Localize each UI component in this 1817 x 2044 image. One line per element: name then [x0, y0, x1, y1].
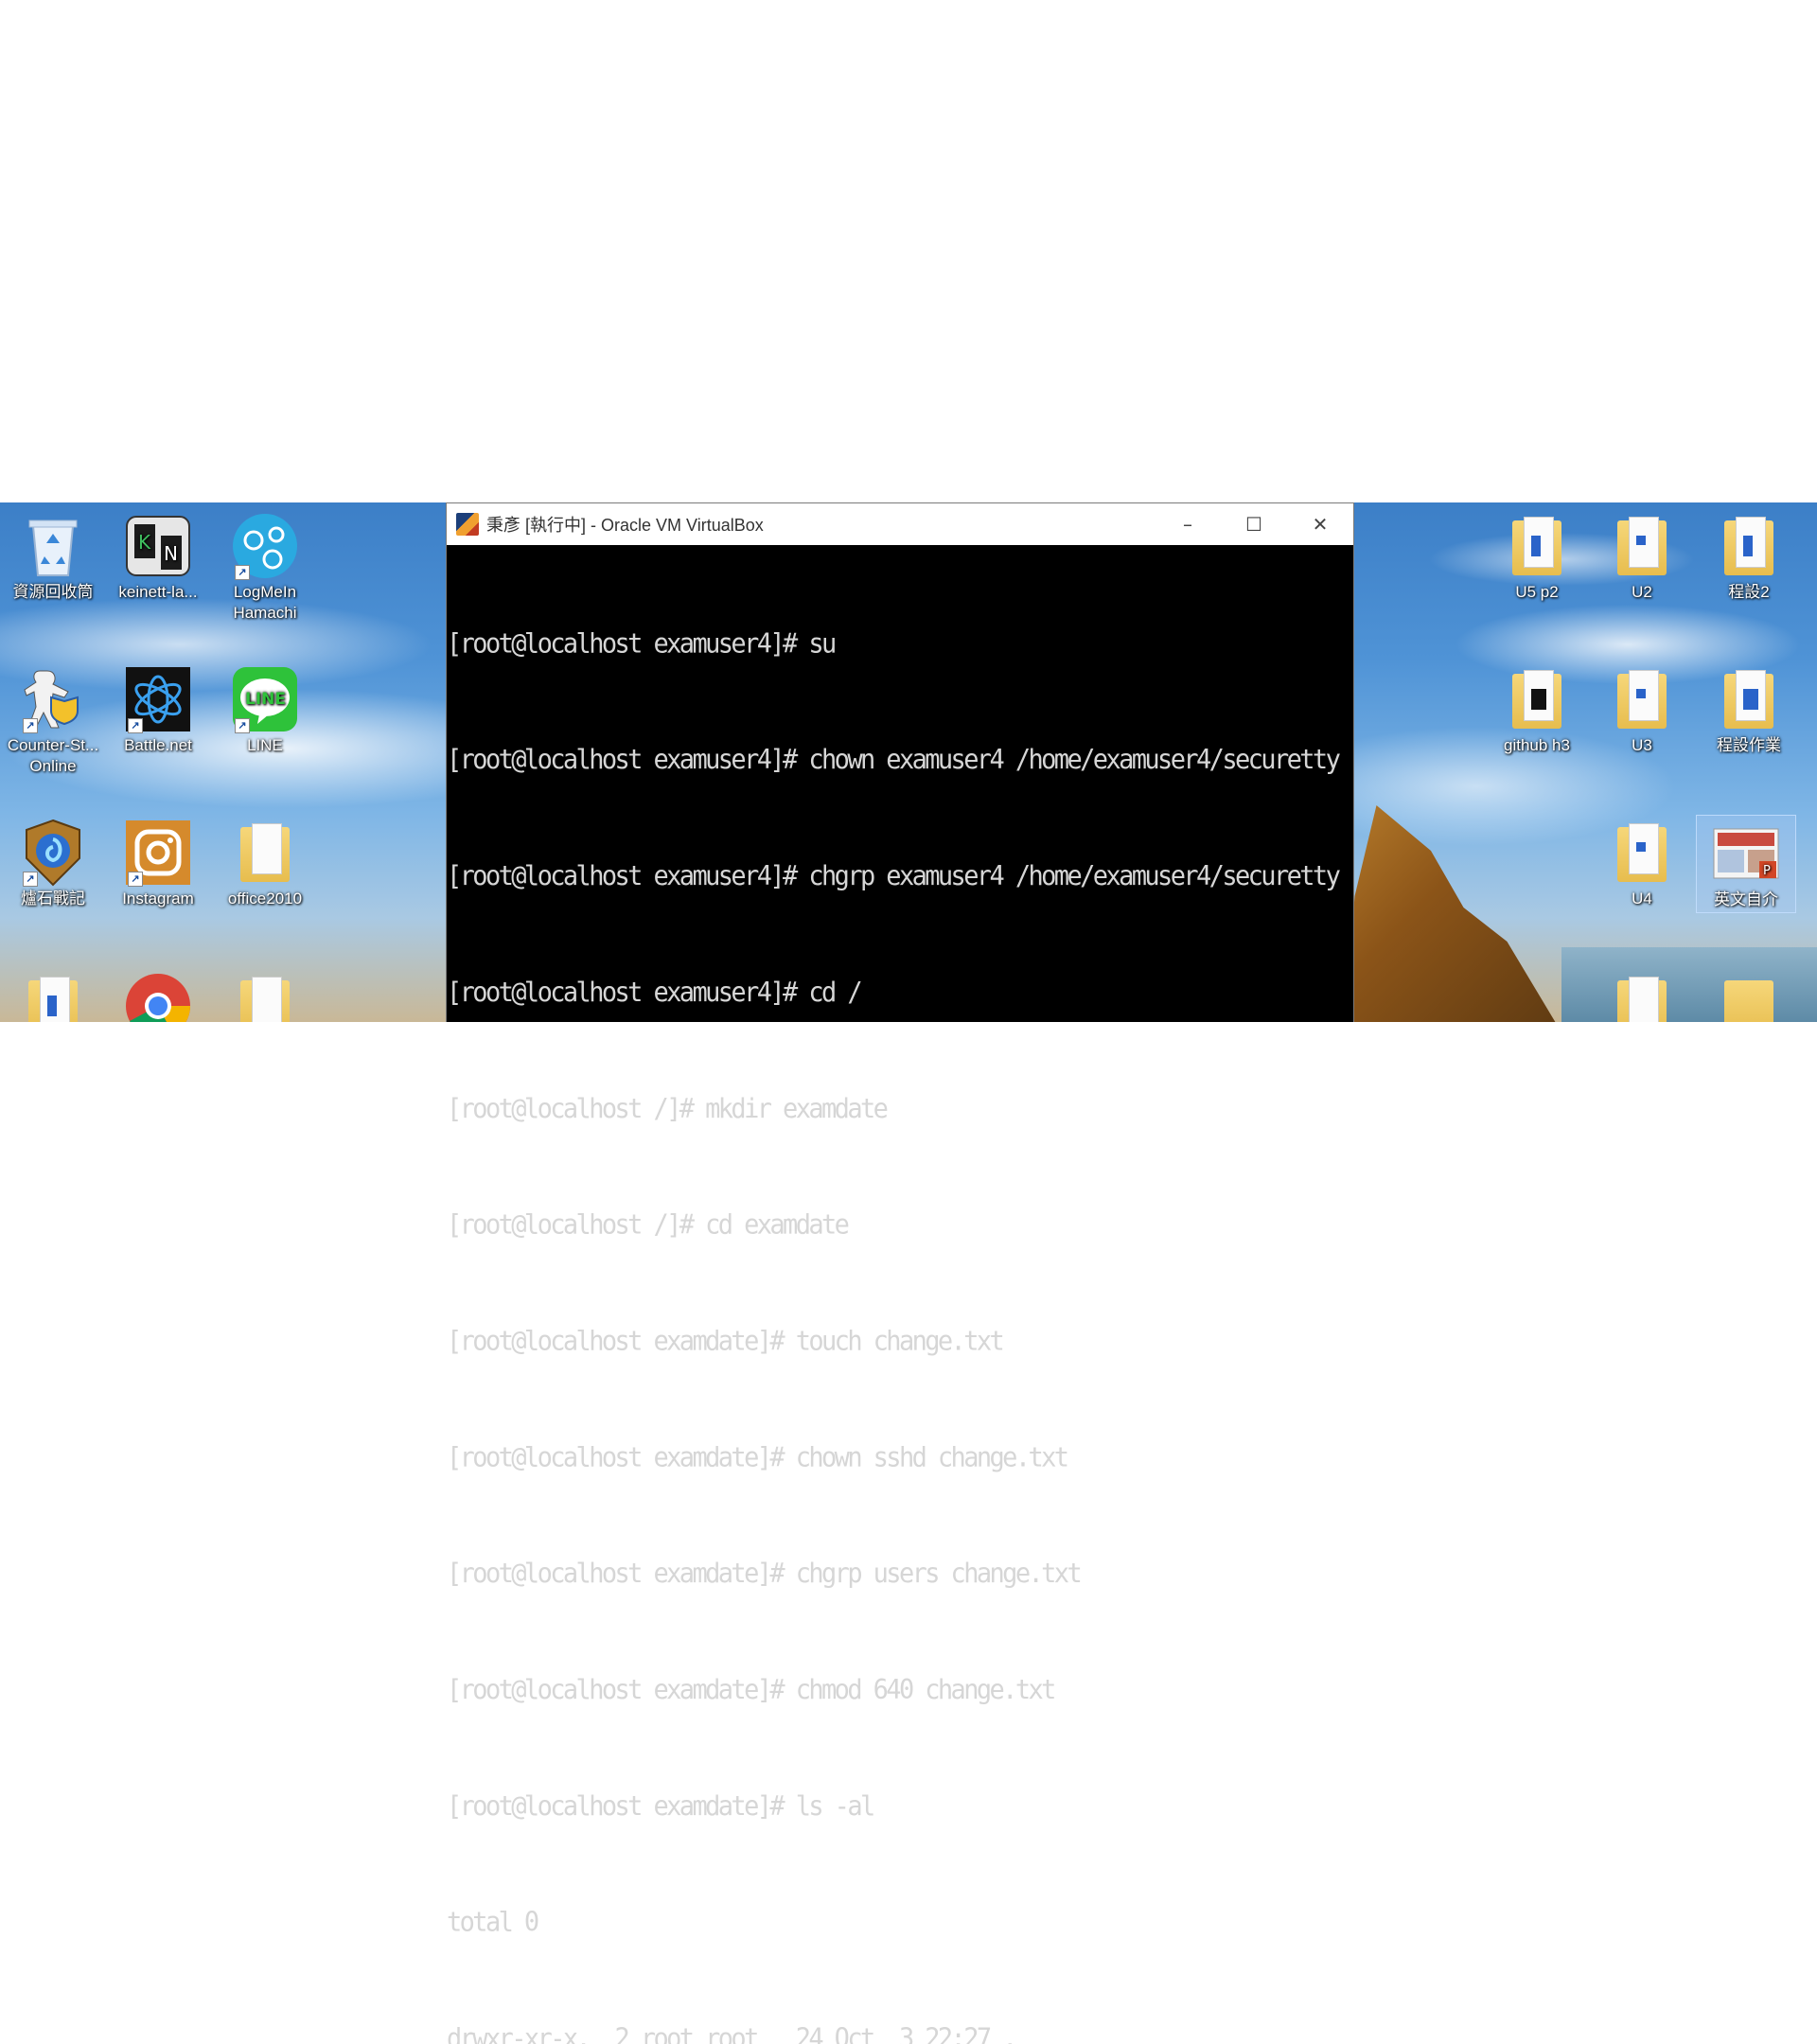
desktop-icon-hamachi[interactable]: ↗ LogMeIn Hamachi — [216, 508, 314, 624]
folder-icon — [19, 972, 87, 1022]
terminal-line: [root@localhost examuser4]# su — [447, 628, 837, 660]
desktop-icon-office2010[interactable]: office2010 — [216, 815, 314, 909]
close-icon: ✕ — [1312, 513, 1329, 536]
icon-label: 爐石戰記 — [21, 890, 85, 907]
icon-label: Instagram — [122, 890, 194, 907]
icon-label: 程設2 — [1728, 583, 1770, 601]
window-title: 秉彥 [執行中] - Oracle VM VirtualBox — [486, 516, 764, 535]
shortcut-arrow-icon: ↗ — [23, 872, 38, 887]
recycle-bin-icon — [19, 512, 87, 580]
icon-label: github h3 — [1504, 736, 1570, 754]
shortcut-arrow-icon: ↗ — [128, 718, 143, 733]
desktop-icon-partial-folder[interactable] — [4, 968, 102, 1022]
desktop-icon-line[interactable]: LINE ↗ LINE — [216, 661, 314, 756]
icon-label: 資源回收筒 — [12, 583, 94, 601]
shortcut-arrow-icon: ↗ — [128, 872, 143, 887]
maximize-button[interactable]: ☐ — [1221, 503, 1287, 545]
svg-text:P: P — [1763, 864, 1771, 878]
icon-label: 程設作業 — [1717, 736, 1781, 754]
folder-icon — [1608, 819, 1676, 887]
minimize-icon: – — [1183, 513, 1192, 536]
instagram-icon: ↗ — [124, 819, 192, 887]
desktop-icon-battlenet[interactable]: ↗ Battle.net — [109, 661, 207, 756]
chrome-icon — [124, 972, 192, 1022]
line-icon: LINE ↗ — [231, 665, 299, 733]
svg-text:N: N — [164, 542, 178, 565]
desktop-icon-u2[interactable]: U2 — [1593, 508, 1691, 603]
desktop-icon-hearthstone[interactable]: ↗ 爐石戰記 — [4, 815, 102, 909]
folder-icon — [1503, 665, 1571, 733]
icon-label: LogMeIn Hamachi — [233, 583, 297, 622]
folder-icon — [1715, 512, 1783, 580]
desktop-icon-partial-folder[interactable] — [216, 968, 314, 1022]
terminal-line: drwxr-xr-x. 2 root root 24 Oct 3 22:27 . — [447, 2023, 1017, 2044]
terminal-line: [root@localhost examuser4]# chgrp examus… — [447, 860, 1341, 892]
icon-label: Counter-St... Online — [7, 736, 99, 775]
folder-icon — [231, 972, 299, 1022]
svg-text:K: K — [138, 531, 151, 554]
terminal-line: [root@localhost examdate]# chgrp users c… — [447, 1559, 1083, 1590]
icon-label: U5 p2 — [1515, 583, 1559, 601]
wallpaper-cliff — [1344, 805, 1561, 1022]
window-titlebar[interactable]: 秉彥 [執行中] - Oracle VM VirtualBox – ☐ ✕ — [447, 503, 1353, 545]
terminal-line: [root@localhost examdate]# chmod 640 cha… — [447, 1674, 1056, 1706]
desktop-icon-english-intro[interactable]: P 英文自介 — [1696, 815, 1796, 913]
desktop-icon-counter-strike[interactable]: ↗ Counter-St... Online — [4, 661, 102, 777]
terminal-line: [root@localhost examuser4]# chown examus… — [447, 745, 1341, 776]
shortcut-arrow-icon: ↗ — [23, 718, 38, 733]
terminal-line: [root@localhost examdate]# touch change.… — [447, 1326, 1005, 1357]
desktop-icon-u4[interactable]: U4 — [1593, 815, 1691, 909]
folder-icon — [1715, 665, 1783, 733]
folder-icon — [1503, 512, 1571, 580]
desktop-icon-chrome[interactable] — [109, 968, 207, 1022]
counter-strike-icon: ↗ — [19, 665, 87, 733]
hamachi-icon: ↗ — [231, 512, 299, 580]
terminal-line: [root@localhost examdate]# chown sshd ch… — [447, 1442, 1069, 1473]
kn-app-icon: KN — [124, 512, 192, 580]
icon-label: keinett-la... — [118, 583, 198, 601]
terminal-line: [root@localhost examdate]# ls -al — [447, 1790, 875, 1823]
icon-label: U3 — [1632, 736, 1652, 754]
maximize-icon: ☐ — [1245, 513, 1262, 536]
desktop-icon-chengshe2[interactable]: 程設2 — [1700, 508, 1798, 603]
icon-label: Battle.net — [124, 736, 192, 754]
folder-icon — [1608, 512, 1676, 580]
svg-text:LINE: LINE — [245, 690, 286, 709]
folder-icon — [231, 819, 299, 887]
terminal-line: [root@localhost examuser4]# cd / — [447, 977, 863, 1009]
powerpoint-file-icon: P — [1712, 819, 1780, 888]
desktop-icon-partial-folder[interactable] — [1593, 968, 1691, 1022]
desktop-icon-keinett[interactable]: KN keinett-la... — [109, 508, 207, 603]
icon-label: U2 — [1632, 583, 1652, 601]
battlenet-icon: ↗ — [124, 665, 192, 733]
desktop-icon-instagram[interactable]: ↗ Instagram — [109, 815, 207, 909]
close-button[interactable]: ✕ — [1287, 503, 1353, 545]
desktop-icon-partial-folder[interactable] — [1700, 968, 1798, 1022]
terminal-line: [root@localhost /]# mkdir examdate — [447, 1093, 889, 1125]
terminal-line: total 0 — [447, 1907, 539, 1939]
terminal-line: [root@localhost /]# cd examdate — [447, 1209, 850, 1241]
hearthstone-icon: ↗ — [19, 819, 87, 887]
minimize-button[interactable]: – — [1155, 503, 1221, 545]
shortcut-arrow-icon: ↗ — [235, 718, 250, 733]
icon-label: LINE — [247, 736, 283, 754]
folder-icon — [1715, 972, 1783, 1022]
desktop-icon-github-h3[interactable]: github h3 — [1488, 661, 1586, 756]
virtualbox-app-icon — [456, 513, 479, 536]
terminal-screen[interactable]: [root@localhost examuser4]# su [root@loc… — [447, 545, 1353, 2044]
folder-icon — [1608, 972, 1676, 1022]
icon-label: office2010 — [227, 890, 303, 907]
shortcut-arrow-icon: ↗ — [235, 565, 250, 580]
icon-label: 英文自介 — [1714, 890, 1778, 908]
virtualbox-window[interactable]: 秉彥 [執行中] - Oracle VM VirtualBox – ☐ ✕ [r… — [446, 502, 1354, 2044]
icon-label: U4 — [1632, 890, 1652, 907]
desktop-icon-chengshe-zuoye[interactable]: 程設作業 — [1700, 661, 1798, 756]
desktop-icon-recycle-bin[interactable]: 資源回收筒 — [4, 508, 102, 603]
desktop-icon-u5-p2[interactable]: U5 p2 — [1488, 508, 1586, 603]
desktop-icon-u3[interactable]: U3 — [1593, 661, 1691, 756]
folder-icon — [1608, 665, 1676, 733]
